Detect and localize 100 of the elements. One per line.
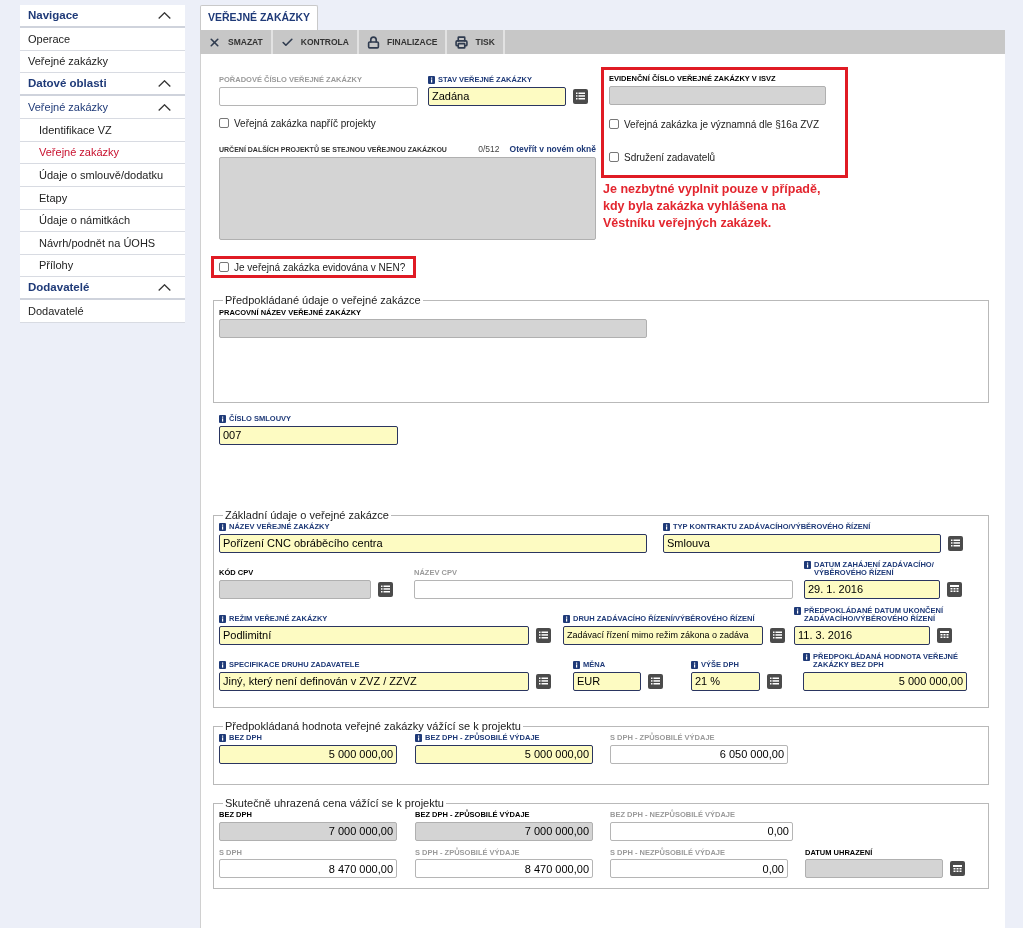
character-counter: 0/512 [478, 142, 500, 156]
info-icon [803, 652, 810, 661]
list-button[interactable] [767, 673, 782, 689]
sidebar-header[interactable]: Navigace [20, 5, 185, 28]
list-icon [539, 677, 548, 686]
list-icon [773, 631, 782, 640]
sidebar-header-title: Dodavatelé [28, 280, 90, 296]
calendar-icon [940, 631, 949, 640]
list-button[interactable] [648, 673, 663, 689]
text-field[interactable]: 7 000 000,00 [415, 821, 593, 841]
calendar-button[interactable] [947, 581, 962, 597]
text-field[interactable]: 0,00 [610, 821, 793, 841]
info-icon [219, 734, 226, 743]
checkbox[interactable] [219, 262, 229, 273]
annotation-note: Je nezbytné vyplnit pouze v případě, kdy byla zakázka vyhlášena na Věstníku veřejných zakázek. [603, 180, 822, 232]
list-button[interactable] [573, 88, 588, 104]
text-field[interactable]: 11. 3. 2016 [794, 625, 930, 645]
sidebar-item[interactable]: Údaje o smlouvě/dodatku [20, 164, 185, 187]
section-title: Základní údaje o veřejné zakázce [224, 507, 390, 522]
section-title: Skutečně uhrazená cena vážící se k projektu [224, 795, 445, 811]
info-icon [428, 76, 435, 84]
info-icon [563, 615, 570, 624]
section-title: Předpokládané údaje o veřejné zakázce [224, 293, 422, 308]
info-icon [219, 415, 226, 424]
info-icon [219, 523, 226, 532]
list-button[interactable] [378, 581, 393, 597]
checkbox-label: Je veřejná zakázka evidována v NEN? [234, 260, 406, 275]
tab[interactable]: VEŘEJNÉ ZAKÁZKY [200, 5, 319, 30]
sidebar-group-title: Veřejné zakázky [28, 99, 109, 115]
checkbox-label: Veřejná zakázka je významná dle §16a ZVZ [624, 117, 820, 132]
text-field[interactable]: Jiný, který není definován v ZVZ / ZZVZ [219, 671, 529, 691]
info-icon [415, 734, 422, 743]
text-field[interactable]: 5 000 000,00 [803, 671, 967, 691]
text-field[interactable] [219, 579, 371, 599]
list-button[interactable] [770, 627, 785, 643]
sidebar-header-title: Datové oblasti [28, 76, 107, 92]
sidebar-header[interactable]: Dodavatelé [20, 277, 185, 301]
list-icon [539, 631, 548, 640]
sidebar-group[interactable]: Veřejné zakázky [20, 96, 185, 120]
list-button[interactable] [536, 673, 551, 689]
calendar-button[interactable] [937, 627, 952, 643]
checkbox[interactable] [609, 152, 619, 162]
checkbox[interactable] [219, 118, 229, 128]
text-field[interactable]: 29. 1. 2016 [804, 579, 940, 599]
chevron-icon [158, 103, 171, 111]
info-icon [573, 661, 580, 670]
sidebar-item[interactable]: Dodavatelé [20, 300, 185, 323]
text-field[interactable]: Smlouva [663, 533, 941, 553]
section-title: Předpokládaná hodnota veřejné zakázky vážící se k projektu [224, 718, 522, 732]
info-icon [219, 661, 226, 670]
printer-icon [455, 35, 469, 49]
lock-icon [366, 35, 380, 49]
sidebar-item[interactable]: Přílohy [20, 254, 185, 278]
text-field[interactable] [414, 579, 793, 599]
text-field[interactable] [219, 86, 418, 106]
sidebar-item[interactable]: Operace [20, 28, 185, 51]
close-icon [208, 35, 221, 49]
open-in-new-window-link[interactable]: Otevřít v novém okně [509, 142, 596, 156]
list-button[interactable] [948, 535, 963, 551]
chevron-icon [158, 80, 171, 88]
text-field[interactable]: Podlimitní [219, 625, 529, 645]
checkbox-label: Sdružení zadavatelů [624, 150, 716, 165]
text-field[interactable]: 5 000 000,00 [415, 744, 593, 764]
sidebar-item[interactable]: Veřejné zakázky [20, 50, 185, 74]
sidebar-header-title: Navigace [28, 7, 79, 23]
info-icon [794, 606, 801, 615]
list-icon [576, 92, 585, 100]
info-icon [691, 661, 698, 670]
sidebar-item[interactable]: Veřejné zakázky [20, 141, 185, 165]
info-icon [663, 523, 670, 532]
text-field[interactable]: 7 000 000,00 [219, 821, 397, 841]
sidebar-item[interactable]: Identifikace VZ [20, 119, 185, 142]
chevron-icon [158, 12, 171, 19]
sidebar-item[interactable]: Etapy [20, 186, 185, 210]
calendar-icon [953, 864, 962, 873]
checkbox[interactable] [609, 119, 619, 129]
text-field[interactable] [805, 859, 943, 879]
text-field[interactable]: Zadána [428, 86, 566, 106]
text-field[interactable]: 6 050 000,00 [610, 744, 788, 764]
text-field[interactable]: 5 000 000,00 [219, 744, 397, 764]
text-field[interactable]: 0,00 [610, 859, 788, 879]
sidebar-item[interactable]: Návrh/podnět na ÚOHS [20, 232, 185, 255]
text-field[interactable]: Zadávací řízení mimo režim zákona o zadáva [563, 625, 763, 645]
list-icon [770, 677, 779, 686]
list-button[interactable] [536, 627, 551, 643]
calendar-button[interactable] [950, 861, 965, 877]
list-icon [651, 677, 660, 686]
text-field[interactable]: 21 % [691, 671, 760, 691]
sidebar-header[interactable]: Datové oblasti [20, 73, 185, 97]
text-field[interactable]: Pořízení CNC obráběcího centra [219, 533, 647, 553]
text-field[interactable] [219, 319, 647, 339]
text-field[interactable] [609, 85, 826, 105]
sidebar-item[interactable]: Údaje o námitkách [20, 209, 185, 233]
text-field[interactable]: EUR [573, 671, 641, 691]
text-field[interactable]: 8 470 000,00 [219, 859, 397, 879]
info-icon [219, 615, 226, 624]
checkbox-label: Veřejná zakázka napříč projekty [234, 116, 376, 131]
text-field[interactable]: 007 [219, 425, 398, 445]
text-field[interactable]: 8 470 000,00 [415, 859, 593, 879]
list-icon [951, 539, 960, 548]
